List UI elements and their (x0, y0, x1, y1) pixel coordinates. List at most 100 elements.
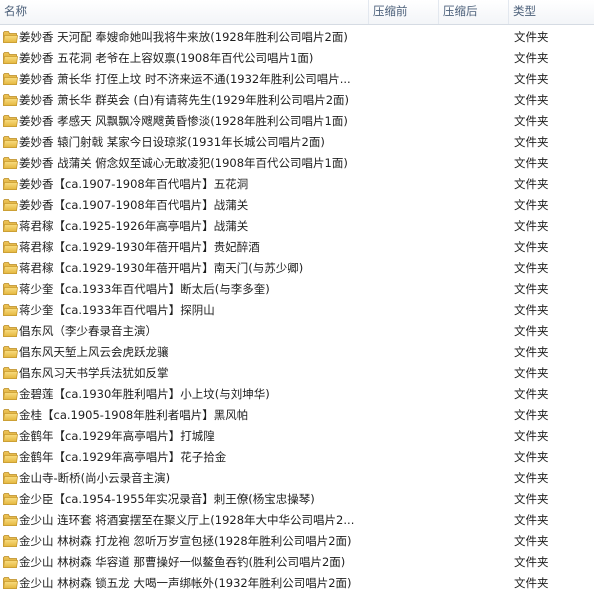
list-item[interactable]: 金鹤年【ca.1929年高亭唱片】打城隍 文件夹 (0, 426, 594, 447)
folder-icon (3, 345, 18, 359)
item-type: 文件夹 (514, 513, 549, 527)
item-name: 姜妙香【ca.1907-1908年百代唱片】五花洞 (19, 177, 249, 191)
folder-icon (3, 93, 18, 107)
folder-icon (3, 576, 18, 590)
item-name: 金少山 林树森 华容道 那曹操好一似鳌鱼吞钓(胜利公司唱片2面) (19, 555, 346, 569)
folder-icon (3, 429, 18, 443)
folder-icon (3, 450, 18, 464)
item-name: 姜妙香 天河配 奉嫂命她叫我将牛来放(1928年胜利公司唱片2面) (19, 30, 348, 44)
list-item[interactable]: 倡东风习天书学兵法犹如反掌 文件夹 (0, 363, 594, 384)
list-item[interactable]: 姜妙香 萧长华 群英会 (白)有请蒋先生(1929年胜利公司唱片2面) 文件夹 (0, 90, 594, 111)
item-name: 蒋君稼【ca.1929-1930年蓓开唱片】贵妃醉酒 (19, 240, 260, 254)
item-type: 文件夹 (514, 177, 549, 191)
list-item[interactable]: 金少山 林树森 华容道 那曹操好一似鳌鱼吞钓(胜利公司唱片2面) 文件夹 (0, 552, 594, 573)
item-type: 文件夹 (514, 261, 549, 275)
item-type: 文件夹 (514, 93, 549, 107)
list-item[interactable]: 姜妙香 萧长华 打侄上坟 时不济来运不通(1932年胜利公司唱片... 文件夹 (0, 69, 594, 90)
item-type: 文件夹 (514, 198, 549, 212)
list-item[interactable]: 姜妙香【ca.1907-1908年百代唱片】战蒲关 文件夹 (0, 195, 594, 216)
folder-icon (3, 261, 18, 275)
item-type: 文件夹 (514, 30, 549, 44)
item-type: 文件夹 (514, 471, 549, 485)
item-type: 文件夹 (514, 366, 549, 380)
list-item[interactable]: 姜妙香【ca.1907-1908年百代唱片】五花洞 文件夹 (0, 174, 594, 195)
folder-icon (3, 135, 18, 149)
item-name: 金鹤年【ca.1929年高亭唱片】花子拾金 (19, 450, 227, 464)
item-name: 姜妙香 萧长华 群英会 (白)有请蒋先生(1929年胜利公司唱片2面) (19, 93, 349, 107)
list-item[interactable]: 蒋少奎【ca.1933年百代唱片】断太后(与李多奎) 文件夹 (0, 279, 594, 300)
item-name: 姜妙香 萧长华 打侄上坟 时不济来运不通(1932年胜利公司唱片... (19, 72, 351, 86)
list-item[interactable]: 姜妙香 辕门射戟 某家今日设琼浆(1931年长城公司唱片2面) 文件夹 (0, 132, 594, 153)
folder-icon (3, 198, 18, 212)
folder-icon (3, 387, 18, 401)
list-item[interactable]: 倡东风天堑上风云会虎跃龙骧 文件夹 (0, 342, 594, 363)
list-item[interactable]: 金少山 林树森 打龙袍 忽听万岁宣包拯(1928年胜利公司唱片2面) 文件夹 (0, 531, 594, 552)
item-name: 姜妙香 五花洞 老爷在上容奴禀(1908年百代公司唱片1面) (19, 51, 314, 65)
list-item[interactable]: 金碧莲【ca.1930年胜利唱片】小上坟(与刘坤华) 文件夹 (0, 384, 594, 405)
item-name: 金桂【ca.1905-1908年胜利者唱片】黑风帕 (19, 408, 249, 422)
folder-icon (3, 513, 18, 527)
item-type: 文件夹 (514, 555, 549, 569)
item-type: 文件夹 (514, 219, 549, 233)
item-name: 金少山 林树森 打龙袍 忽听万岁宣包拯(1928年胜利公司唱片2面) (19, 534, 352, 548)
item-name: 金少山 林树森 锁五龙 大喝一声绑帐外(1932年胜利公司唱片2面) (19, 576, 352, 590)
item-name: 金碧莲【ca.1930年胜利唱片】小上坟(与刘坤华) (19, 387, 270, 401)
item-name: 金山寺-断桥(尚小云录音主演) (19, 471, 171, 485)
column-header-name[interactable]: 名称 (0, 0, 369, 24)
item-type: 文件夹 (514, 51, 549, 65)
item-name: 蒋少奎【ca.1933年百代唱片】断太后(与李多奎) (19, 282, 270, 296)
folder-icon (3, 471, 18, 485)
folder-icon (3, 366, 18, 380)
list-item[interactable]: 金少臣【ca.1954-1955年实况录音】刺王僚(杨宝忠操琴) 文件夹 (0, 489, 594, 510)
list-item[interactable]: 蒋君稼【ca.1925-1926年高亭唱片】战蒲关 文件夹 (0, 216, 594, 237)
item-name: 姜妙香【ca.1907-1908年百代唱片】战蒲关 (19, 198, 249, 212)
list-item[interactable]: 金少山 连环套 将酒宴摆至在聚义厅上(1928年大中华公司唱片2... 文件夹 (0, 510, 594, 531)
list-item[interactable]: 姜妙香 战蒲关 俯念奴至诚心无敢凌犯(1908年百代公司唱片1面) 文件夹 (0, 153, 594, 174)
item-type: 文件夹 (514, 492, 549, 506)
item-type: 文件夹 (514, 240, 549, 254)
folder-icon (3, 30, 18, 44)
item-name: 姜妙香 孝感天 风飘飘冷飕飕黄昏惨淡(1928年胜利公司唱片1面) (19, 114, 348, 128)
item-type: 文件夹 (514, 72, 549, 86)
item-name: 倡东风（李少春录音主演） (19, 324, 157, 338)
list-item[interactable]: 姜妙香 天河配 奉嫂命她叫我将牛来放(1928年胜利公司唱片2面) 文件夹 (0, 27, 594, 48)
item-name: 蒋君稼【ca.1929-1930年蓓开唱片】南天门(与苏少卿) (19, 261, 304, 275)
item-name: 金少山 连环套 将酒宴摆至在聚义厅上(1928年大中华公司唱片2... (19, 513, 355, 527)
item-type: 文件夹 (514, 303, 549, 317)
list-item[interactable]: 姜妙香 孝感天 风飘飘冷飕飕黄昏惨淡(1928年胜利公司唱片1面) 文件夹 (0, 111, 594, 132)
folder-icon (3, 72, 18, 86)
folder-icon (3, 492, 18, 506)
item-name: 蒋君稼【ca.1925-1926年高亭唱片】战蒲关 (19, 219, 249, 233)
column-header-original-size[interactable]: 压缩后 (439, 0, 509, 24)
column-header-compressed-size[interactable]: 压缩前 (369, 0, 439, 24)
list-item[interactable]: 倡东风（李少春录音主演） 文件夹 (0, 321, 594, 342)
item-name: 倡东风习天书学兵法犹如反掌 (19, 366, 169, 380)
file-list: 姜妙香 天河配 奉嫂命她叫我将牛来放(1928年胜利公司唱片2面) 文件夹 姜妙香 … (0, 27, 594, 594)
item-type: 文件夹 (514, 534, 549, 548)
item-type: 文件夹 (514, 345, 549, 359)
folder-icon (3, 534, 18, 548)
item-name: 金鹤年【ca.1929年高亭唱片】打城隍 (19, 429, 215, 443)
item-name: 金少臣【ca.1954-1955年实况录音】刺王僚(杨宝忠操琴) (19, 492, 315, 506)
list-item[interactable]: 蒋少奎【ca.1933年百代唱片】探阴山 文件夹 (0, 300, 594, 321)
column-header-bar: 名称 压缩前 压缩后 类型 (0, 0, 594, 25)
folder-icon (3, 114, 18, 128)
folder-icon (3, 177, 18, 191)
list-item[interactable]: 金少山 林树森 锁五龙 大喝一声绑帐外(1932年胜利公司唱片2面) 文件夹 (0, 573, 594, 594)
list-item[interactable]: 蒋君稼【ca.1929-1930年蓓开唱片】南天门(与苏少卿) 文件夹 (0, 258, 594, 279)
list-item[interactable]: 姜妙香 五花洞 老爷在上容奴禀(1908年百代公司唱片1面) 文件夹 (0, 48, 594, 69)
item-type: 文件夹 (514, 429, 549, 443)
folder-icon (3, 555, 18, 569)
list-item[interactable]: 金桂【ca.1905-1908年胜利者唱片】黑风帕 文件夹 (0, 405, 594, 426)
list-item[interactable]: 金鹤年【ca.1929年高亭唱片】花子拾金 文件夹 (0, 447, 594, 468)
item-type: 文件夹 (514, 324, 549, 338)
list-item[interactable]: 蒋君稼【ca.1929-1930年蓓开唱片】贵妃醉酒 文件夹 (0, 237, 594, 258)
column-header-type[interactable]: 类型 (509, 0, 594, 24)
folder-icon (3, 240, 18, 254)
folder-icon (3, 408, 18, 422)
item-type: 文件夹 (514, 156, 549, 170)
folder-icon (3, 156, 18, 170)
item-type: 文件夹 (514, 450, 549, 464)
folder-icon (3, 282, 18, 296)
list-item[interactable]: 金山寺-断桥(尚小云录音主演) 文件夹 (0, 468, 594, 489)
